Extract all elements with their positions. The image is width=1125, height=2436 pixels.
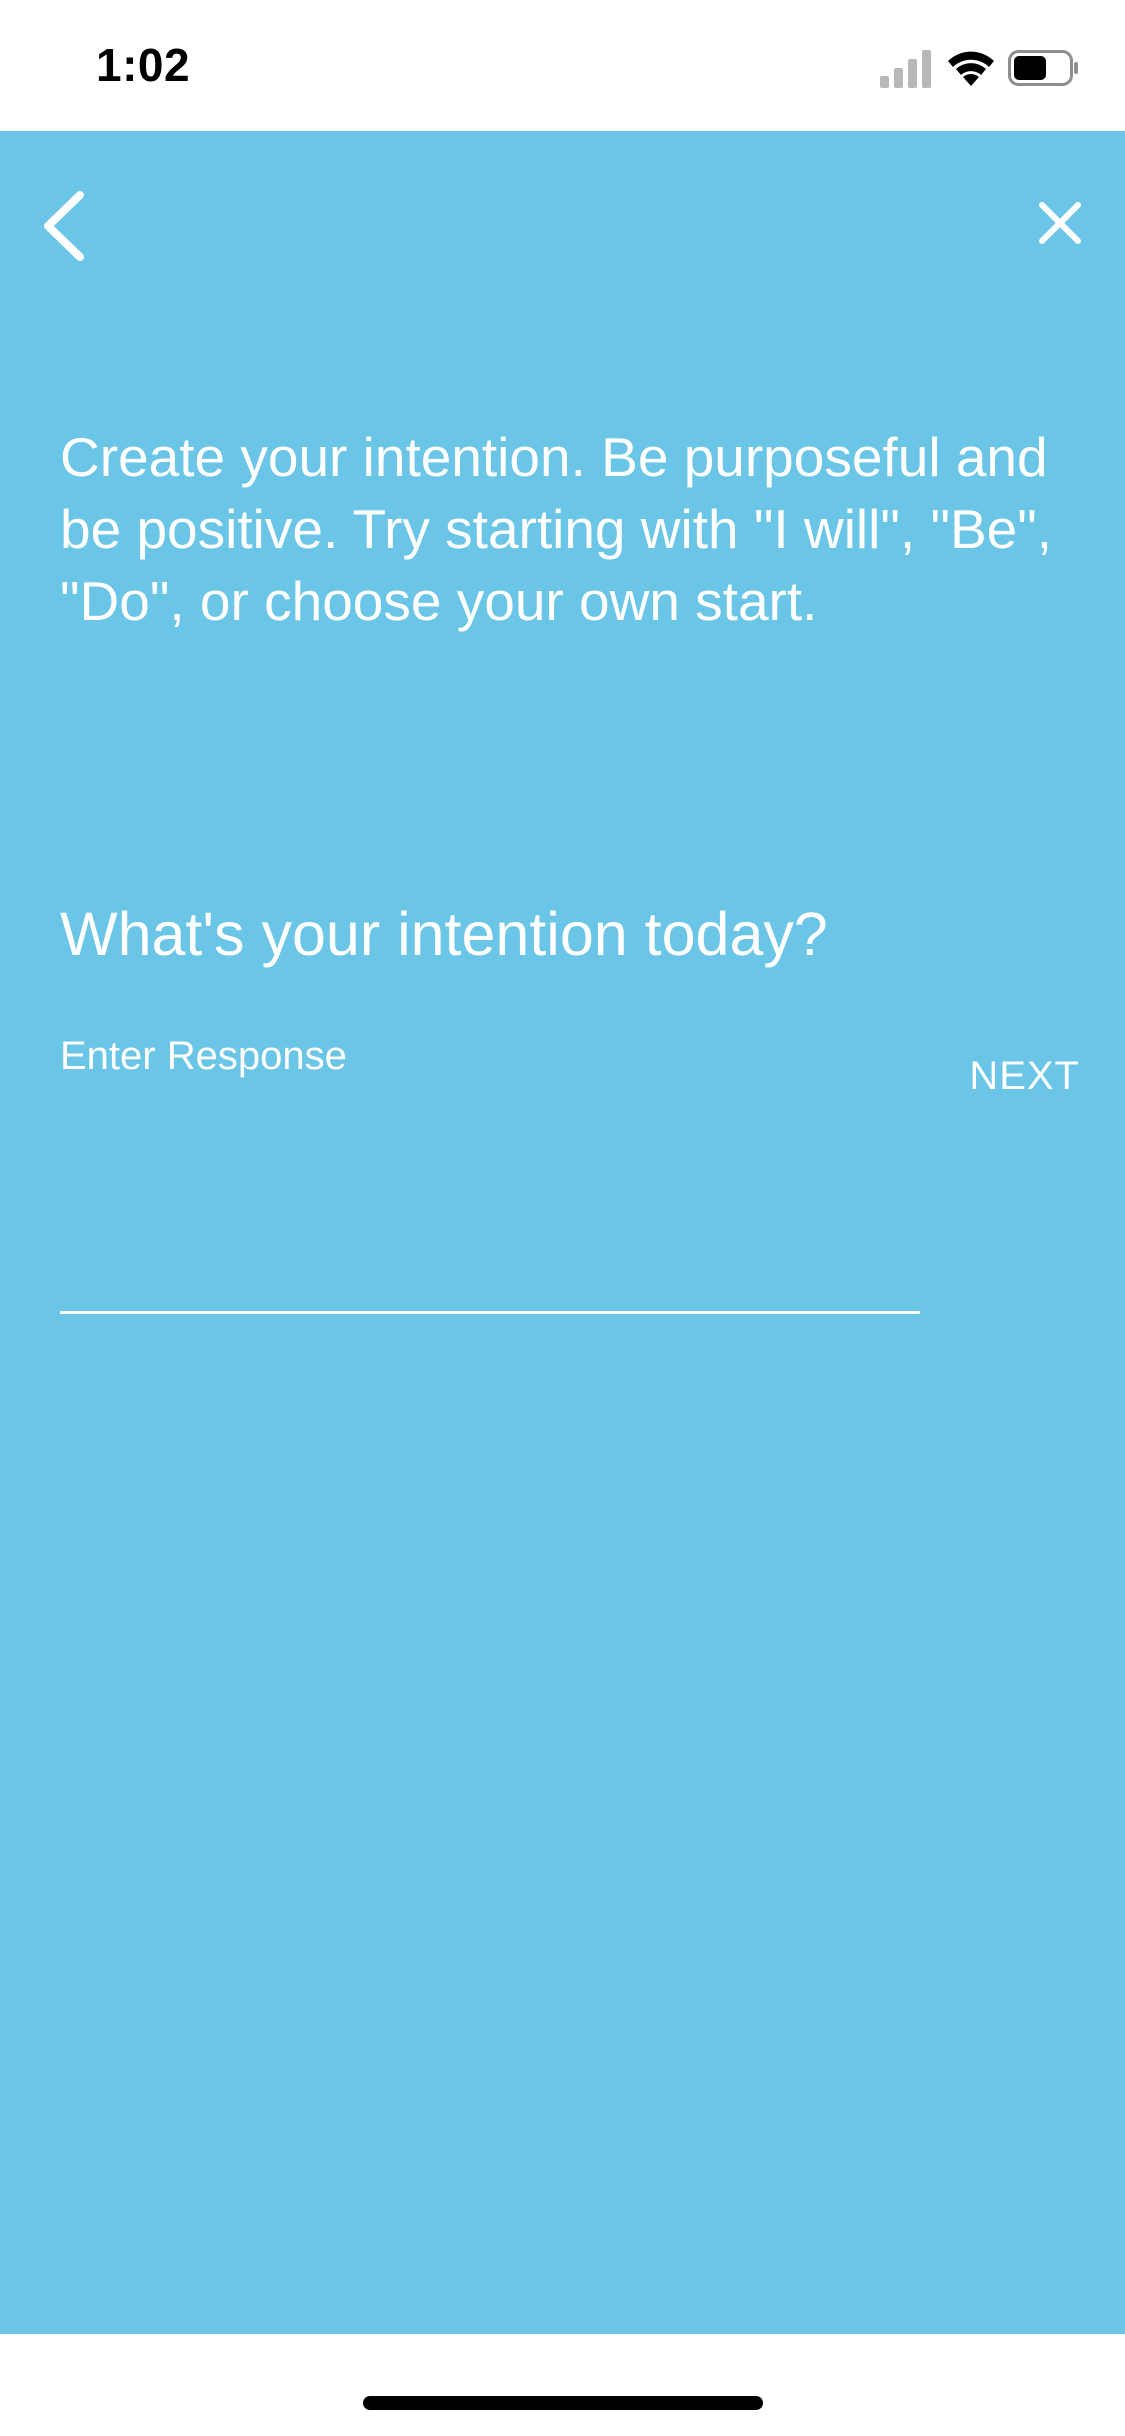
instructions-text: Create your intention. Be purposeful and… [60,426,1053,632]
response-input[interactable] [60,1021,920,1091]
chevron-left-icon[interactable] [36,181,96,271]
intention-screen: 1:02 Create your intention. Be purposefu… [0,0,1125,2436]
response-field[interactable] [60,1021,920,1314]
main-content: Create your intention. Be purposeful and… [0,131,1125,2334]
close-icon[interactable] [1030,193,1090,253]
home-indicator[interactable] [363,2396,763,2410]
next-button[interactable]: NEXT [940,1046,1080,1106]
status-time: 1:02 [96,39,191,91]
home-bar-area [0,2334,1125,2436]
question-heading: What's your intention today? [60,900,828,968]
status-bar: 1:02 [0,0,1125,131]
wifi-icon [948,51,994,86]
cellular-signal-icon [880,50,931,88]
battery-icon [1008,50,1078,86]
